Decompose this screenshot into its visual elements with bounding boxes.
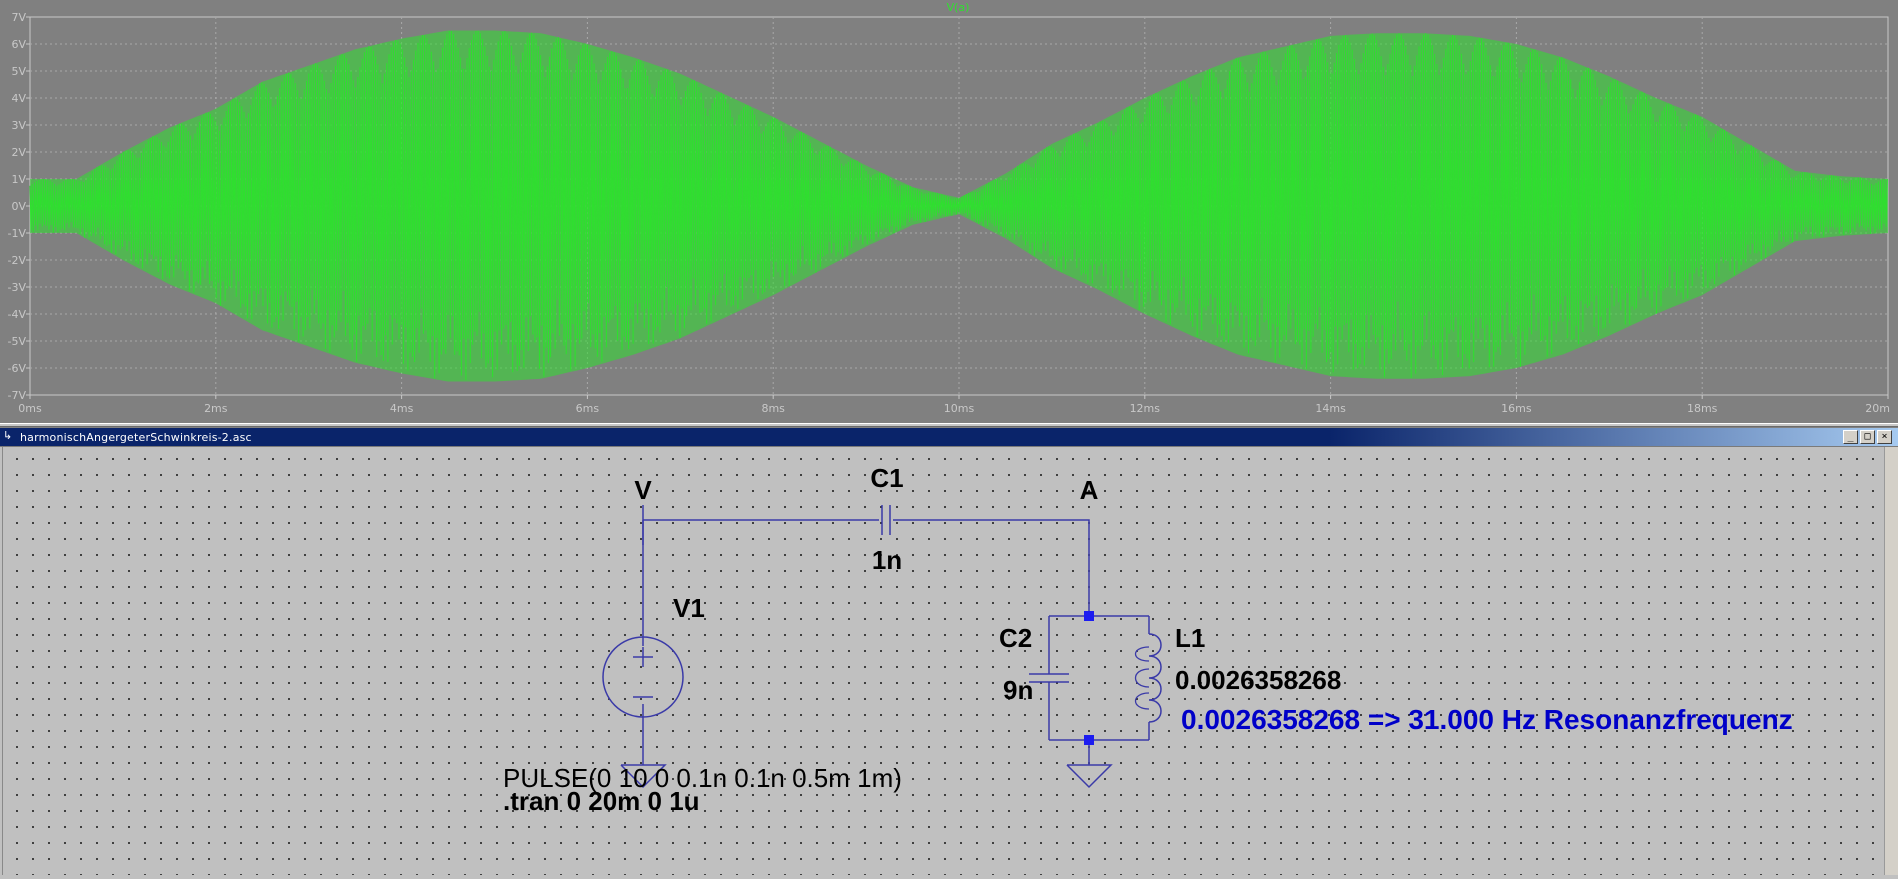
waveform-plot[interactable]: 7V 6V 5V 4V 3V 2V 1V 0V -1V -2V -3V -4V -5V -6V -7V 0m… [0, 0, 1898, 423]
capacitor-c1-symbol[interactable] [881, 505, 891, 535]
junction-node-ground[interactable] [1084, 735, 1094, 745]
capacitor-c2-symbol[interactable] [1029, 673, 1069, 683]
c2-name-label[interactable]: C2 [999, 623, 1032, 653]
x-tick-label: 14ms [1315, 402, 1346, 415]
net-label-v[interactable]: V [634, 475, 652, 505]
x-tick-label: 2ms [204, 402, 228, 415]
y-tick-label: 3V [11, 119, 26, 132]
x-tick-label: 6ms [576, 402, 600, 415]
trace-label-v-a[interactable]: V(a) [947, 1, 970, 14]
y-tick-label: -1V [8, 227, 27, 240]
c2-value-label[interactable]: 9n [1003, 675, 1033, 705]
x-tick-label: 12ms [1130, 402, 1161, 415]
l1-value-label[interactable]: 0.0026358268 [1175, 665, 1341, 695]
spice-directive[interactable]: .tran 0 20m 0 1u [503, 786, 700, 816]
v1-name-label[interactable]: V1 [673, 593, 705, 623]
close-button[interactable]: × [1877, 430, 1892, 444]
wire-top-right[interactable] [893, 519, 1090, 616]
y-tick-label: 6V [11, 38, 26, 51]
schematic-window: ↳ harmonischAngergeterSchwinkreis-2.asc … [0, 428, 1898, 879]
x-tick-label: 18ms [1687, 402, 1718, 415]
y-tick-label: 0V [11, 200, 26, 213]
minimize-button[interactable]: _ [1843, 430, 1858, 444]
x-tick-label: 8ms [761, 402, 785, 415]
y-tick-label: -2V [8, 254, 27, 267]
resonance-comment[interactable]: 0.0026358268 => 31.000 Hz Resonanzfreque… [1181, 704, 1793, 735]
schematic-canvas[interactable]: V A C1 1n V1 C2 9n L1 0.0026358268 0.002… [2, 447, 1885, 875]
schematic-titlebar[interactable]: ↳ harmonischAngergeterSchwinkreis-2.asc … [0, 428, 1898, 447]
window-controls: _ □ × [1843, 430, 1892, 445]
schematic-drawing[interactable]: V A C1 1n V1 C2 9n L1 0.0026358268 0.002… [3, 447, 1885, 875]
y-tick-label: 4V [11, 92, 26, 105]
l1-name-label[interactable]: L1 [1175, 623, 1205, 653]
c1-value-label[interactable]: 1n [872, 545, 902, 575]
y-tick-label: 7V [11, 11, 26, 24]
inductor-l1-symbol[interactable] [1134, 633, 1162, 723]
y-axis-ticks: 7V 6V 5V 4V 3V 2V 1V 0V -1V -2V -3V -4V -5V -6V -7V [8, 11, 30, 402]
net-label-a[interactable]: A [1080, 475, 1099, 505]
restore-button[interactable]: □ [1860, 430, 1875, 444]
x-tick-label: 0ms [18, 402, 42, 415]
x-tick-label: 20m [1865, 402, 1890, 415]
waveform-plot-pane[interactable]: 7V 6V 5V 4V 3V 2V 1V 0V -1V -2V -3V -4V -5V -6V -7V 0m… [0, 0, 1898, 423]
pane-splitter[interactable] [0, 423, 1898, 427]
wires [642, 505, 1150, 765]
y-tick-label: 5V [11, 65, 26, 78]
y-tick-label: -5V [8, 335, 27, 348]
schematic-window-title: harmonischAngergeterSchwinkreis-2.asc [20, 431, 252, 444]
y-tick-label: -7V [8, 389, 27, 402]
y-tick-label: -3V [8, 281, 27, 294]
schematic-window-icon[interactable]: ↳ [3, 430, 16, 443]
y-tick-label: -6V [8, 362, 27, 375]
ground-symbol-tank[interactable] [1066, 764, 1113, 789]
y-tick-label: 2V [11, 146, 26, 159]
x-tick-label: 16ms [1501, 402, 1532, 415]
y-tick-label: -4V [8, 308, 27, 321]
x-axis-ticks: 0ms 2ms 4ms 6ms 8ms 10ms 12ms 14ms 16ms 18ms 20m [18, 395, 1890, 415]
schematic-vertical-scrollbar[interactable] [1884, 447, 1898, 875]
x-tick-label: 4ms [390, 402, 414, 415]
junction-node-a[interactable] [1084, 611, 1094, 621]
c1-name-label[interactable]: C1 [870, 463, 903, 493]
y-tick-label: 1V [11, 173, 26, 186]
x-tick-label: 10ms [944, 402, 975, 415]
